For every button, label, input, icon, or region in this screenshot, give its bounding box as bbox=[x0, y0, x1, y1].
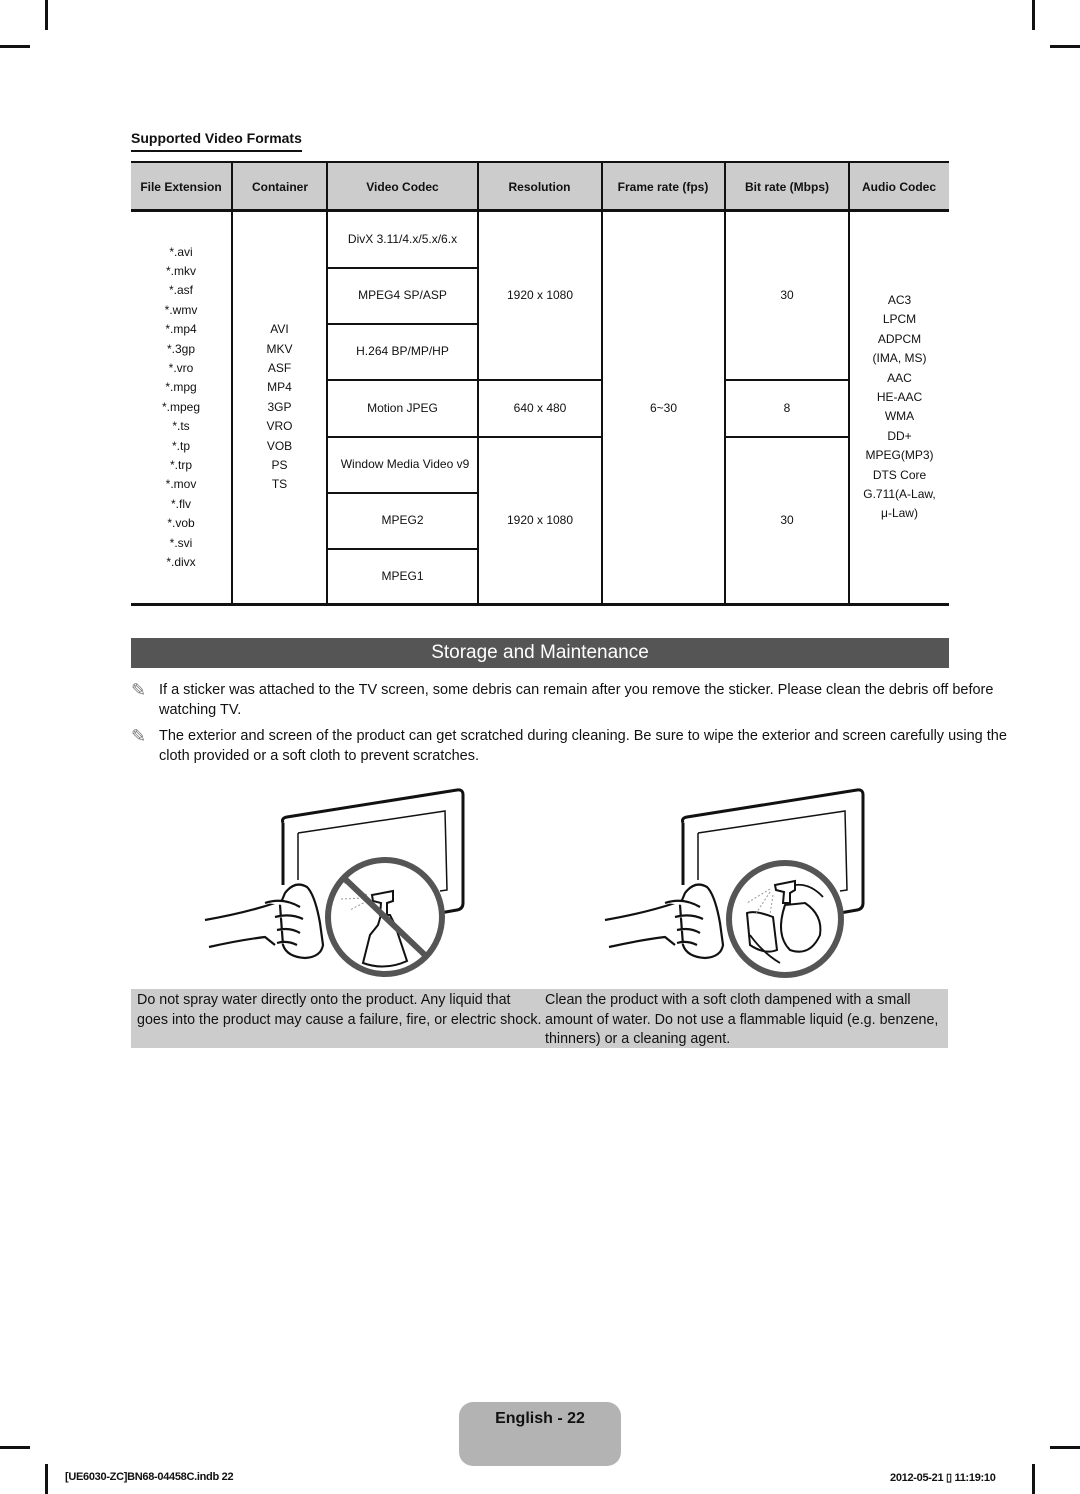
file-extension-item: *.mp4 bbox=[165, 322, 197, 337]
table-bottom-rule bbox=[131, 603, 949, 606]
video-codec-cell: MPEG1 bbox=[381, 568, 424, 583]
header-video-codec: Video Codec bbox=[366, 179, 439, 194]
caption-bar: Do not spray water directly onto the pro… bbox=[131, 989, 948, 1048]
note-text: If a sticker was attached to the TV scre… bbox=[159, 682, 994, 718]
file-extension-item: *.avi bbox=[169, 244, 193, 259]
video-codec-cell: MPEG2 bbox=[381, 513, 424, 528]
audio-codec-item: AAC bbox=[887, 370, 912, 385]
storage-banner: Storage and Maintenance bbox=[131, 638, 949, 668]
hand-with-cloth-icon bbox=[604, 883, 725, 960]
crop-mark bbox=[45, 1464, 48, 1494]
crop-mark bbox=[1050, 45, 1080, 48]
container-item: TS bbox=[271, 477, 288, 492]
container-item: ASF bbox=[267, 360, 292, 375]
file-extension-item: *.tp bbox=[171, 438, 190, 453]
file-extension-item: *.vro bbox=[168, 360, 194, 375]
audio-codec-item: HE-AAC bbox=[876, 390, 923, 405]
header-resolution: Resolution bbox=[508, 179, 571, 194]
video-codec-cell: H.264 BP/MP/HP bbox=[356, 344, 449, 359]
note-item: ✎ The exterior and screen of the product… bbox=[131, 726, 1011, 766]
file-extension-item: *.trp bbox=[169, 458, 192, 473]
audio-codec-item: DTS Core bbox=[872, 467, 927, 482]
video-codec-cell: Motion JPEG bbox=[367, 400, 438, 415]
pencil-note-icon: ✎ bbox=[131, 726, 147, 746]
footer-filename: [UE6030-ZC]BN68-04458C.indb 22 bbox=[65, 1471, 234, 1483]
header-audio-codec: Audio Codec bbox=[862, 179, 936, 194]
crop-mark bbox=[1050, 1446, 1080, 1449]
frame-rate-cell: 6~30 bbox=[649, 400, 678, 415]
file-extension-item: *.vob bbox=[167, 516, 195, 531]
video-codec-cell: MPEG4 SP/ASP bbox=[358, 288, 447, 303]
audio-codec-cell: AC3 LPCM ADPCM (IMA, MS) AAC HE-AAC WMA DD+ MPEG… bbox=[850, 291, 949, 531]
page-number-tab: English - 22 bbox=[459, 1402, 621, 1466]
no-spray-illustration bbox=[204, 788, 465, 977]
container-item: MP4 bbox=[267, 380, 292, 395]
resolution-cell: 640 x 480 bbox=[513, 400, 567, 415]
container-item: VRO bbox=[266, 419, 293, 434]
crop-mark bbox=[1032, 1464, 1035, 1494]
audio-codec-item: WMA bbox=[884, 409, 915, 424]
audio-codec-item: AC3 bbox=[887, 293, 912, 307]
file-extension-item: *.flv bbox=[170, 496, 191, 511]
audio-codec-item: ADPCM bbox=[877, 331, 922, 346]
container-item: VOB bbox=[266, 438, 293, 453]
header-bit-rate: Bit rate (Mbps) bbox=[745, 179, 829, 194]
note-text: The exterior and screen of the product c… bbox=[159, 728, 1007, 764]
container-item: MKV bbox=[266, 341, 293, 356]
audio-codec-item: LPCM bbox=[882, 312, 917, 327]
container-item: 3GP bbox=[267, 399, 292, 414]
video-formats-table: File Extension Container Video Codec Res… bbox=[131, 161, 949, 606]
file-extension-item: *.3gp bbox=[166, 341, 196, 356]
audio-codec-item: μ-Law) bbox=[881, 506, 918, 521]
file-extension-item: *.ts bbox=[172, 419, 190, 434]
audio-codec-item: DD+ bbox=[887, 428, 912, 443]
footer-timestamp: 2012-05-21 ▯ 11:19:10 bbox=[890, 1472, 996, 1484]
file-extension-item: *.mpg bbox=[165, 380, 197, 395]
file-extension-item: *.svi bbox=[169, 535, 193, 550]
crop-mark bbox=[45, 0, 48, 30]
caption-damp-cloth: Clean the product with a soft cloth damp… bbox=[545, 992, 939, 1047]
note-item: ✎ If a sticker was attached to the TV sc… bbox=[131, 680, 1011, 720]
file-extension-item: *.asf bbox=[168, 283, 193, 298]
video-codec-cell: Window Media Video v9 bbox=[340, 457, 470, 472]
file-extension-item: *.divx bbox=[166, 555, 196, 570]
container-item: AVI bbox=[270, 322, 289, 337]
file-extension-item: *.mov bbox=[165, 477, 197, 492]
crop-mark bbox=[0, 1446, 30, 1449]
hand-with-cloth-icon bbox=[204, 883, 325, 960]
crop-mark bbox=[1032, 0, 1035, 30]
resolution-cell: 1920 x 1080 bbox=[506, 512, 574, 527]
resolution-cell: 1920 x 1080 bbox=[506, 287, 574, 302]
file-extension-cell: *.avi *.mkv *.asf *.wmv *.mp4 *.3gp *.vro *.mpg… bbox=[131, 212, 231, 603]
page-label: English - 22 bbox=[495, 1410, 585, 1427]
audio-codec-item: MPEG(MP3) bbox=[865, 448, 934, 463]
pencil-note-icon: ✎ bbox=[131, 680, 147, 700]
header-frame-rate: Frame rate (fps) bbox=[617, 179, 709, 194]
section-heading: Supported Video Formats bbox=[131, 130, 302, 152]
file-extension-item: *.mpeg bbox=[161, 399, 201, 414]
video-codec-cell: DivX 3.11/4.x/5.x/6.x bbox=[347, 231, 458, 246]
audio-codec-item: G.711(A-Law, bbox=[863, 487, 936, 502]
audio-codec-item: (IMA, MS) bbox=[872, 351, 927, 366]
container-cell: AVI MKV ASF MP4 3GP VRO VOB PS TS bbox=[233, 212, 326, 603]
bit-rate-cell: 8 bbox=[783, 400, 791, 415]
caption-no-spray: Do not spray water directly onto the pro… bbox=[137, 992, 542, 1028]
bit-rate-cell: 30 bbox=[780, 512, 794, 527]
spray-on-cloth-icon bbox=[726, 860, 844, 978]
header-file-extension: File Extension bbox=[140, 179, 222, 194]
file-extension-item: *.wmv bbox=[164, 302, 198, 317]
crop-mark bbox=[0, 45, 30, 48]
header-container: Container bbox=[251, 179, 308, 194]
file-extension-item: *.mkv bbox=[166, 263, 196, 278]
container-item: PS bbox=[271, 458, 288, 473]
prohibited-spray-icon bbox=[325, 857, 445, 977]
bit-rate-cell: 30 bbox=[780, 287, 794, 302]
damp-cloth-illustration bbox=[604, 788, 865, 978]
